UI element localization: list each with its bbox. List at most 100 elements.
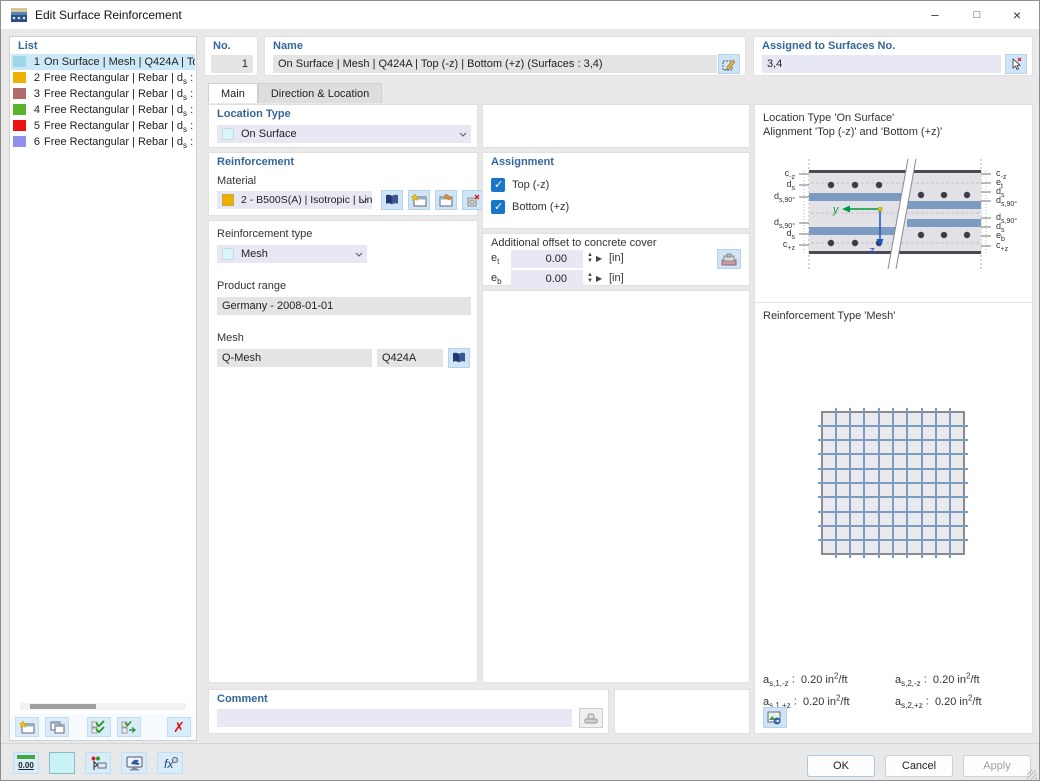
item-number: 5 (28, 118, 40, 134)
eb-spinner[interactable]: ▲▼ (587, 272, 593, 284)
dimension-label: c+z (996, 240, 1008, 255)
bottom-bar: 0.00 fx OK Cancel Apply (1, 743, 1039, 781)
list-item[interactable]: 4Free Rectangular | Rebar | ds : 0.39 in… (11, 102, 195, 118)
material-select[interactable]: 2 - B500S(A) | Isotropic | Linear ... (217, 191, 372, 209)
assigned-panel: Assigned to Surfaces No. 3,4 (753, 36, 1033, 76)
list-item[interactable]: 2Free Rectangular | Rebar | ds : 0.39 in… (11, 70, 195, 86)
et-input[interactable]: 0.00 (511, 250, 583, 268)
eb-unit: [in] (609, 272, 624, 284)
dimension-label: c+z (759, 239, 795, 254)
list-item[interactable]: 1On Surface | Mesh | Q424A | Top (-z) | … (11, 54, 195, 70)
close-button[interactable]: × (997, 1, 1037, 29)
assigned-surfaces-input[interactable]: 3,4 (762, 55, 1001, 73)
axis-z-label: z (868, 245, 875, 257)
list-horizontal-scrollbar[interactable] (20, 703, 186, 710)
item-color-swatch (13, 136, 26, 147)
list-item[interactable]: 5Free Rectangular | Rebar | ds : 0.39 in… (11, 118, 195, 134)
edit-name-button[interactable] (718, 54, 740, 74)
item-label: Free Rectangular | Rebar | ds : 0.39 in … (44, 118, 195, 134)
preview-graphic-button[interactable] (763, 707, 787, 728)
item-number: 6 (28, 134, 40, 150)
display-options-button[interactable] (85, 752, 111, 774)
mesh-type-field: Q-Mesh (217, 349, 372, 367)
area-value: 0.20 in2/ft (801, 674, 848, 686)
new-material-button[interactable] (408, 190, 430, 210)
mesh-name-field: Q424A (377, 349, 443, 367)
material-swatch (222, 194, 234, 206)
location-type-select[interactable]: On Surface (217, 125, 471, 143)
reinforcement-areas: as,1,-z : 0.20 in2/ft as,2,-z : 0.20 in2… (763, 671, 1027, 715)
preview-panel: Location Type 'On Surface' Alignment 'To… (754, 104, 1033, 734)
offset-header: Additional offset to concrete cover (491, 237, 657, 249)
ok-button[interactable]: OK (807, 755, 875, 777)
item-color-swatch (13, 56, 26, 67)
new-item-button[interactable] (15, 717, 39, 737)
name-field: On Surface | Mesh | Q424A | Top (-z) | B… (273, 55, 717, 73)
material-label: Material (217, 175, 256, 187)
delete-item-button[interactable]: ✗ (167, 717, 191, 737)
area-label: as,2,-z (895, 674, 921, 686)
maximize-button[interactable]: □ (957, 1, 997, 29)
mesh-library-button[interactable] (448, 348, 470, 368)
list-item[interactable]: 3Free Rectangular | Rebar | ds : 0.39 in… (11, 86, 195, 102)
invert-selection-button[interactable] (117, 717, 141, 737)
bottom-z-label: Bottom (+z) (512, 201, 569, 213)
item-number: 4 (28, 102, 40, 118)
chevron-down-icon (355, 251, 362, 258)
window-title: Edit Surface Reinforcement (35, 8, 182, 22)
units-settings-button[interactable]: 0.00 (13, 752, 39, 774)
et-unit: [in] (609, 252, 624, 264)
edit-material-button[interactable] (435, 190, 457, 210)
reinforcement-type-swatch (222, 248, 234, 260)
apply-button[interactable]: Apply (963, 755, 1031, 777)
assigned-label: Assigned to Surfaces No. (762, 40, 895, 52)
app-icon (11, 7, 28, 28)
pick-surfaces-button[interactable] (1005, 54, 1027, 74)
function-button[interactable]: fx (157, 752, 183, 774)
product-range-label: Product range (217, 280, 286, 292)
et-flyout-icon[interactable]: ▶ (596, 254, 602, 263)
delete-material-button[interactable] (462, 190, 484, 210)
top-z-checkbox[interactable] (491, 178, 505, 192)
item-label: Free Rectangular | Rebar | ds : 0.39 in … (44, 102, 195, 118)
eb-flyout-icon[interactable]: ▶ (596, 274, 602, 283)
item-color-swatch (13, 88, 26, 99)
comment-input[interactable] (217, 709, 572, 727)
item-color-swatch (13, 104, 26, 115)
copy-item-button[interactable] (45, 717, 69, 737)
reinforcement-type-select[interactable]: Mesh (217, 245, 367, 263)
et-spinner[interactable]: ▲▼ (587, 252, 593, 264)
scrollbar-thumb[interactable] (30, 704, 96, 709)
empty-panel-top (482, 104, 750, 148)
select-all-button[interactable] (87, 717, 111, 737)
comment-stamp-button[interactable] (579, 708, 603, 728)
area-label: as,2,+z (895, 696, 923, 708)
number-panel: No. 1 (204, 36, 258, 76)
material-library-button[interactable] (381, 190, 403, 210)
cross-section-graphic: y z (759, 157, 1029, 273)
list-panel: List 1On Surface | Mesh | Q424A | Top (-… (9, 36, 197, 741)
cancel-button[interactable]: Cancel (885, 755, 953, 777)
concrete-cover-button[interactable] (717, 249, 741, 269)
comment-panel: Comment (208, 689, 609, 734)
item-color-swatch (13, 120, 26, 131)
minimize-button[interactable]: – (915, 1, 955, 29)
rendering-button[interactable] (121, 752, 147, 774)
bottom-toolbar: 0.00 fx (13, 752, 183, 774)
area-value: 0.20 in2/ft (803, 696, 850, 708)
color-swatch-button[interactable] (49, 752, 75, 774)
item-label: On Surface | Mesh | Q424A | Top (-z) | B… (44, 54, 195, 70)
resize-grip[interactable] (1027, 770, 1037, 780)
item-label: Free Rectangular | Rebar | ds : 0.39 in … (44, 70, 195, 86)
comment-header: Comment (217, 693, 268, 705)
list-header: List (18, 40, 38, 52)
location-type-header: Location Type (217, 108, 291, 120)
list-item[interactable]: 6Free Rectangular | Rebar | ds : 0.39 in… (11, 134, 195, 150)
tab-main[interactable]: Main (208, 83, 258, 103)
number-label: No. (213, 40, 231, 52)
reinforcement-details-panel: Reinforcement type Mesh Product range Ge… (208, 220, 478, 683)
tab-direction-location[interactable]: Direction & Location (258, 83, 382, 103)
bottom-z-checkbox[interactable] (491, 200, 505, 214)
product-range-field: Germany - 2008-01-01 (217, 297, 471, 315)
eb-input[interactable]: 0.00 (511, 270, 583, 288)
